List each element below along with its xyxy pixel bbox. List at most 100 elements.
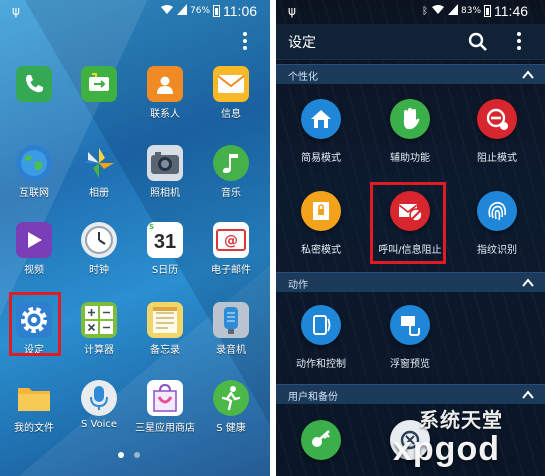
- app-music[interactable]: 音乐: [200, 145, 262, 199]
- app-phone[interactable]: [3, 66, 65, 105]
- watermark-cn: 系统天堂: [419, 408, 503, 432]
- runner-icon: [213, 380, 249, 416]
- app-label: S Voice: [80, 419, 118, 430]
- section-user-backup[interactable]: 用户和备份: [276, 384, 545, 404]
- app-label: 录音机: [216, 345, 246, 356]
- app-clock[interactable]: 时钟: [68, 222, 130, 276]
- watermark: 系统天堂 xpgod: [355, 404, 545, 476]
- setting-blocking-mode[interactable]: 阻止模式: [454, 99, 540, 164]
- setting-label: 阻止模式: [477, 153, 517, 164]
- setting-accounts[interactable]: [278, 420, 364, 460]
- chevron-up-icon[interactable]: [521, 67, 535, 81]
- globe-icon: [16, 145, 52, 181]
- app-video[interactable]: 视频: [3, 222, 65, 276]
- action-bar: 设定: [276, 24, 545, 60]
- app-label: S日历: [151, 265, 179, 276]
- setting-motions[interactable]: 动作和控制: [278, 305, 364, 370]
- app-label: 计算器: [84, 345, 114, 356]
- home-screen: ψ 76% 11:06 联系人 信息 互联网 相册 照相机 音乐 视频 时钟 3…: [0, 0, 270, 476]
- usb-icon: ψ: [12, 4, 20, 18]
- setting-air-view[interactable]: 浮窗预览: [367, 305, 453, 370]
- app-memo[interactable]: 备忘录: [134, 302, 196, 356]
- app-contacts[interactable]: 联系人: [134, 66, 196, 120]
- setting-label: 简易模式: [301, 153, 341, 164]
- section-personalization[interactable]: 个性化: [276, 64, 545, 84]
- usb-icon: ψ: [288, 4, 296, 18]
- motion-icon: [301, 305, 341, 345]
- app-email[interactable]: @ 电子邮件: [200, 222, 262, 276]
- app-my-files[interactable]: 我的文件: [3, 380, 65, 434]
- app-camera[interactable]: 照相机: [134, 145, 196, 199]
- page-indicator[interactable]: [118, 452, 140, 458]
- accessibility-hand-icon: [390, 99, 430, 139]
- chevron-up-icon[interactable]: [521, 387, 535, 401]
- memo-icon: [147, 302, 183, 338]
- phone-icon: [16, 66, 52, 102]
- email-icon: @: [213, 222, 249, 258]
- envelope-icon: [213, 66, 249, 102]
- app-label: S 健康: [216, 423, 246, 434]
- more-options-icon[interactable]: [517, 32, 521, 53]
- setting-label: 指纹识别: [477, 245, 517, 256]
- app-internet[interactable]: 互联网: [3, 145, 65, 199]
- chevron-up-icon[interactable]: [521, 275, 535, 289]
- section-motions[interactable]: 动作: [276, 272, 545, 292]
- signal-icon: [177, 4, 187, 18]
- app-s-voice[interactable]: S Voice: [68, 380, 130, 430]
- video-icon: [16, 222, 52, 258]
- more-options-icon[interactable]: [243, 32, 247, 53]
- calendar-day: 31: [153, 230, 177, 253]
- app-label: 联系人: [150, 109, 180, 120]
- app-message-transfer[interactable]: [68, 66, 130, 105]
- key-icon: [301, 420, 341, 460]
- page-title: 设定: [288, 35, 316, 51]
- svg-text:@: @: [224, 233, 238, 249]
- store-bag-icon: [147, 380, 183, 416]
- setting-accessibility[interactable]: 辅助功能: [367, 99, 453, 164]
- gallery-icon: [81, 145, 117, 181]
- app-recorder[interactable]: 录音机: [200, 302, 262, 356]
- air-view-icon: [390, 305, 430, 345]
- clock-time: 11:46: [494, 3, 529, 19]
- section-title: 个性化: [288, 72, 318, 83]
- setting-fingerprint[interactable]: 指纹识别: [454, 191, 540, 256]
- battery-percent: 76%: [190, 6, 211, 16]
- app-s-health[interactable]: S 健康: [200, 380, 262, 434]
- watermark-en: xpgod: [393, 430, 500, 468]
- bluetooth-icon: ᛒ: [422, 5, 428, 17]
- battery-icon: [484, 5, 492, 17]
- app-label: 照相机: [150, 188, 180, 199]
- clock-time: 11:06: [223, 3, 258, 19]
- setting-easy-mode[interactable]: 简易模式: [278, 99, 364, 164]
- contacts-icon: [147, 66, 183, 102]
- camera-icon: [147, 145, 183, 181]
- highlight-box-settings: [9, 292, 61, 356]
- music-icon: [213, 145, 249, 181]
- folder-icon: [16, 380, 52, 416]
- app-label: 视频: [24, 265, 44, 276]
- search-icon[interactable]: [468, 32, 488, 52]
- app-label: 互联网: [19, 188, 49, 199]
- battery-percent: 83%: [461, 6, 482, 16]
- app-calendar[interactable]: 31 S S日历: [134, 222, 196, 276]
- calendar-badge: S: [149, 223, 155, 231]
- signal-icon: [448, 4, 458, 18]
- app-galaxy-apps[interactable]: 三星应用商店: [134, 380, 196, 434]
- status-bar: ψ 76% 11:06: [0, 0, 270, 24]
- app-label: 电子邮件: [211, 265, 251, 276]
- section-title: 用户和备份: [288, 392, 338, 403]
- private-mode-icon: [301, 191, 341, 231]
- app-messages[interactable]: 信息: [200, 66, 262, 120]
- app-gallery[interactable]: 相册: [68, 145, 130, 199]
- section-title: 动作: [288, 280, 308, 291]
- app-label: 音乐: [221, 188, 241, 199]
- app-calculator[interactable]: 计算器: [68, 302, 130, 356]
- microphone-icon: [81, 380, 117, 416]
- message-transfer-icon: [81, 66, 117, 102]
- app-label: 时钟: [89, 265, 109, 276]
- setting-label: 浮窗预览: [390, 359, 430, 370]
- setting-private-mode[interactable]: 私密模式: [278, 191, 364, 256]
- setting-label: 动作和控制: [296, 359, 346, 370]
- fingerprint-icon: [477, 191, 517, 231]
- status-bar: ψ ᛒ 83% 11:46: [276, 0, 545, 24]
